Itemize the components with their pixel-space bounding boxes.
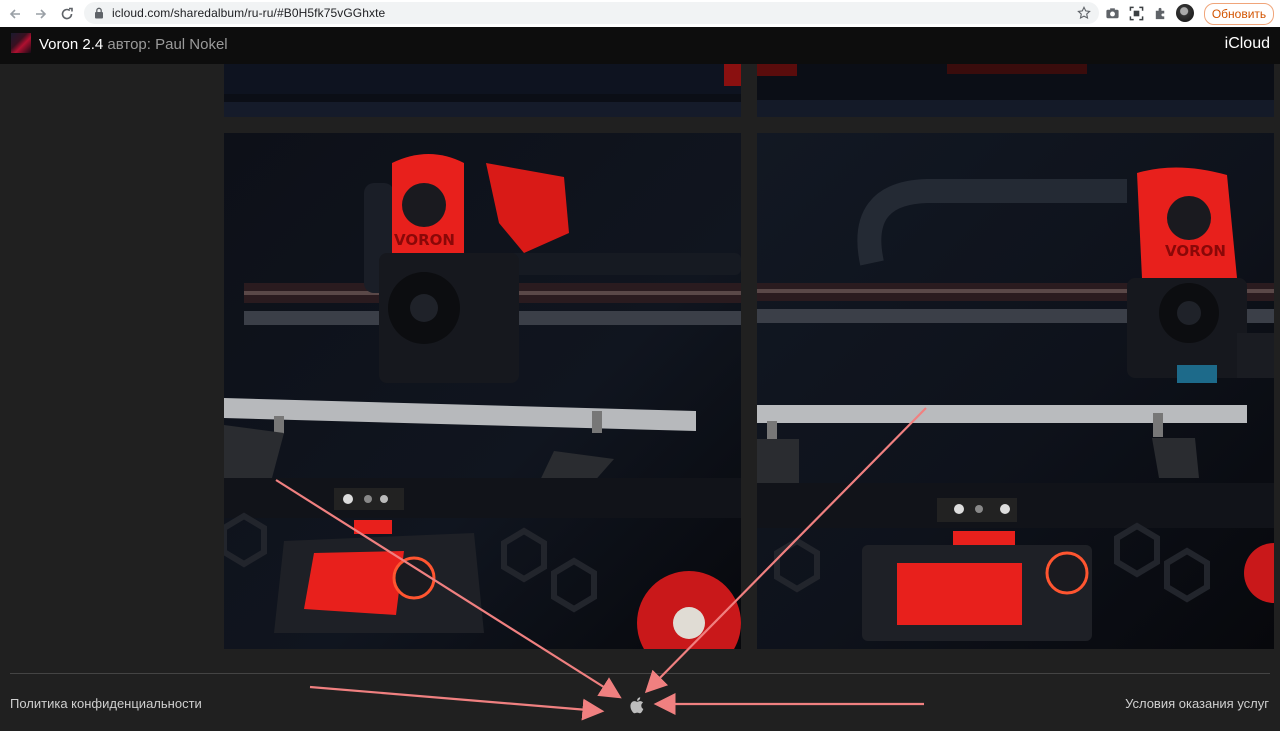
album-title: Voron 2.4 автор: Paul Nokel [39,36,228,53]
back-icon[interactable] [4,3,26,25]
privacy-policy-link[interactable]: Политика конфиденциальности [10,696,202,711]
address-bar[interactable]: icloud.com/sharedalbum/ru-ru/#B0H5fk75vG… [84,2,1099,24]
url-text: icloud.com/sharedalbum/ru-ru/#B0H5fk75vG… [112,6,386,20]
photo-top-left[interactable] [224,64,741,117]
photo-right[interactable]: VORON [757,133,1274,649]
update-button[interactable]: Обновить [1204,3,1274,25]
voron-logo-right: VORON [1165,242,1226,260]
album-header: Voron 2.4 автор: Paul Nokel iCloud [0,27,1280,64]
star-icon[interactable] [1077,6,1091,20]
album-name: Voron 2.4 [39,36,104,53]
extensions-icon[interactable] [1152,5,1168,21]
camera-icon[interactable] [1104,5,1120,21]
photo-left[interactable]: VORON [224,133,741,649]
arrow-from-privacy [309,685,605,721]
album-author: автор: Paul Nokel [107,36,228,53]
screenshot-icon[interactable] [1128,5,1144,21]
terms-of-service-link[interactable]: Условия оказания услуг [1125,696,1269,711]
voron-logo-left: VORON [394,231,455,249]
reload-icon[interactable] [56,3,78,25]
profile-avatar[interactable] [1176,4,1194,22]
icloud-brand[interactable]: iCloud [1225,35,1270,53]
footer-divider [10,673,1270,674]
lock-icon [95,7,103,19]
browser-toolbar: icloud.com/sharedalbum/ru-ru/#B0H5fk75vG… [0,0,1280,28]
photo-top-right[interactable] [757,64,1274,117]
apple-logo-icon[interactable] [629,695,647,715]
forward-icon[interactable] [30,3,52,25]
album-thumbnail[interactable] [11,33,31,53]
